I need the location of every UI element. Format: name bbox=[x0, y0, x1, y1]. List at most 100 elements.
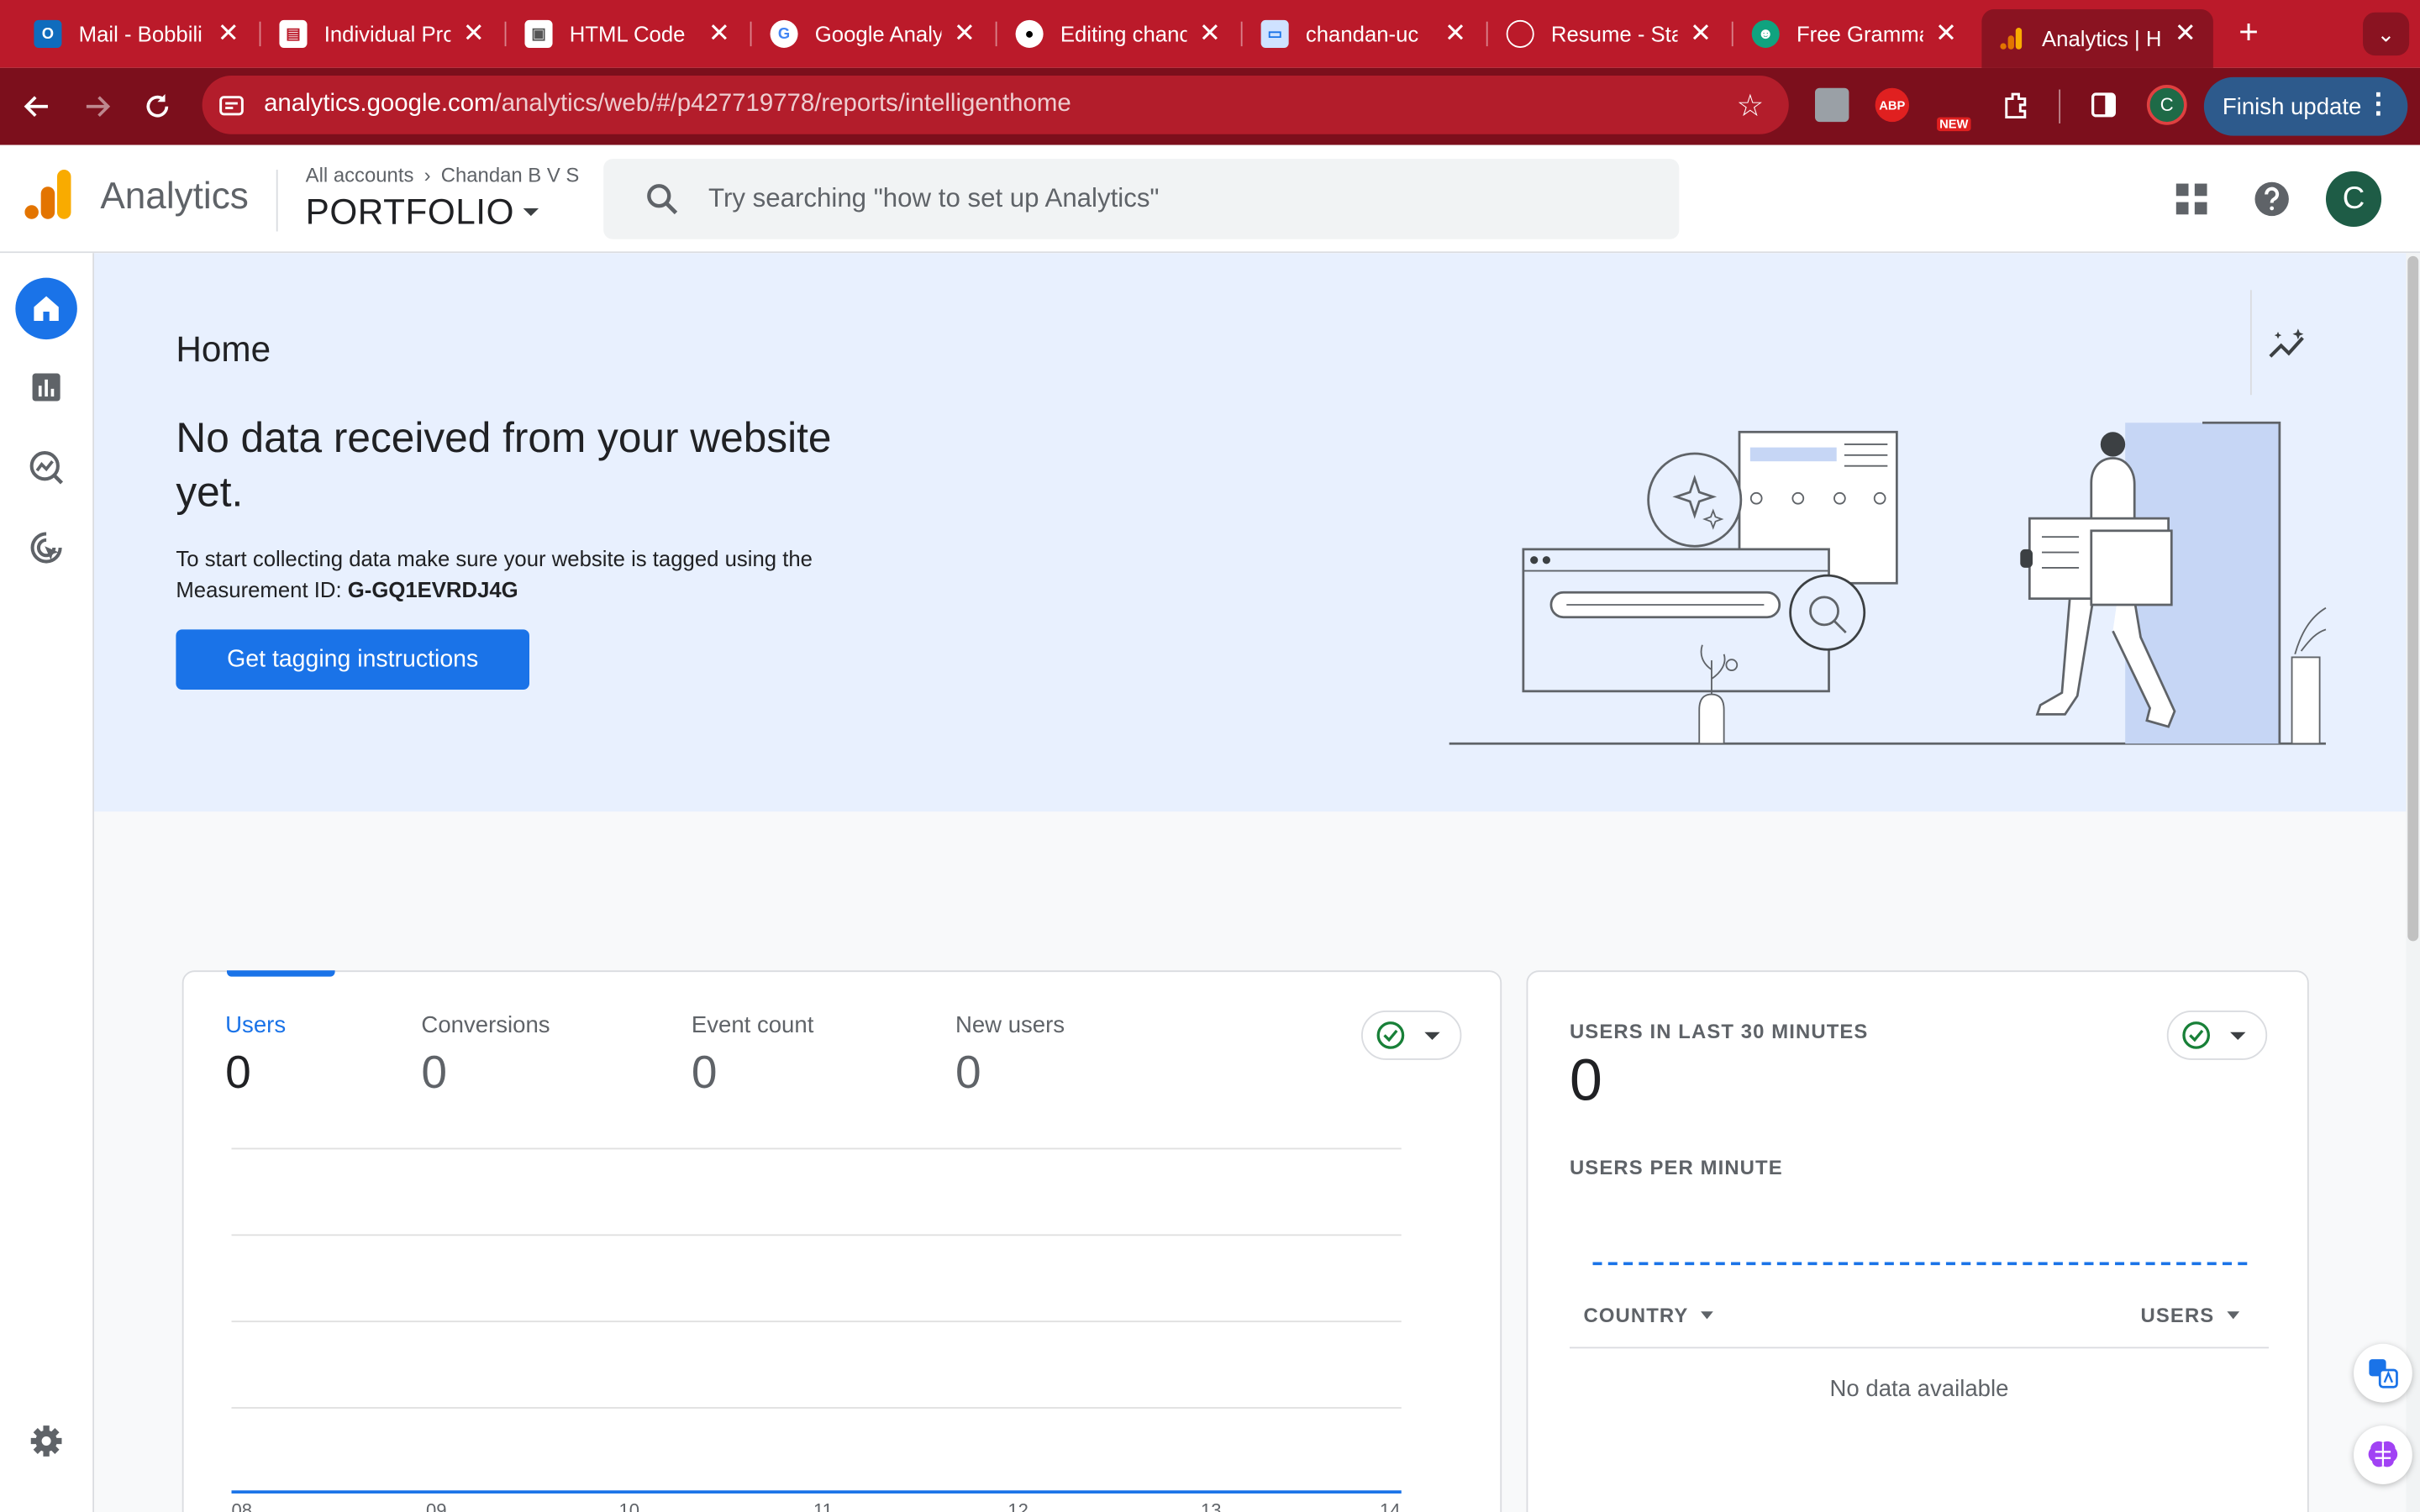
site-settings-icon[interactable] bbox=[214, 88, 248, 122]
metric-value: 0 bbox=[691, 1047, 718, 1099]
x-tick-label: 09 bbox=[425, 1499, 447, 1512]
account-avatar[interactable]: C bbox=[2325, 171, 2382, 227]
scrollbar-thumb[interactable] bbox=[2407, 255, 2419, 942]
finish-update-button[interactable]: Finish update ⋮ bbox=[2203, 76, 2408, 136]
search-bar[interactable] bbox=[603, 159, 1680, 239]
more-vert-icon[interactable]: ⋮ bbox=[2365, 88, 2392, 121]
no-data-headline: No data received from your website yet. bbox=[176, 415, 832, 516]
reports-bar-chart-icon bbox=[32, 373, 60, 402]
close-tab-icon[interactable]: ✕ bbox=[459, 18, 490, 50]
browser-tab[interactable]: ☻ Free Gramma ✕ bbox=[1736, 9, 1974, 59]
new-extension-icon[interactable]: NEW bbox=[1933, 88, 1974, 132]
bot-icon: ☻ bbox=[1751, 19, 1780, 48]
close-tab-icon[interactable]: ✕ bbox=[213, 18, 244, 50]
users-column-header[interactable]: USERS bbox=[2141, 1304, 2239, 1327]
metric-value: 0 bbox=[225, 1047, 251, 1099]
close-tab-icon[interactable]: ✕ bbox=[1686, 18, 1717, 50]
x-tick-label: 14 bbox=[1380, 1499, 1401, 1512]
main-content: Home No data received from your website … bbox=[94, 253, 2407, 1512]
image-icon: ▣ bbox=[524, 19, 553, 48]
property-selector[interactable]: PORTFOLIO bbox=[306, 192, 539, 234]
outlook-icon: O bbox=[34, 19, 62, 48]
no-data-message: No data available bbox=[1829, 1376, 2009, 1403]
extensions-puzzle-icon[interactable] bbox=[1999, 88, 2033, 122]
data-status-dropdown[interactable] bbox=[1361, 1011, 1462, 1060]
back-icon[interactable] bbox=[17, 87, 57, 127]
breadcrumb[interactable]: All accounts › Chandan B V S bbox=[306, 164, 580, 187]
close-tab-icon[interactable]: ✕ bbox=[1195, 18, 1226, 50]
monitor-icon: ▭ bbox=[1260, 19, 1289, 48]
users-per-minute-bars bbox=[1592, 1262, 2248, 1266]
x-tick-label: 12 bbox=[1007, 1499, 1028, 1512]
browser-tab[interactable]: O Mail - Bobbili ✕ bbox=[18, 9, 256, 59]
extension-icon[interactable] bbox=[1815, 87, 1849, 123]
nav-admin[interactable] bbox=[15, 1410, 76, 1472]
advertising-icon bbox=[30, 532, 62, 564]
explore-icon bbox=[29, 451, 64, 485]
close-tab-icon[interactable]: ✕ bbox=[2170, 18, 2201, 50]
browser-tab[interactable]: Resume - Sta ✕ bbox=[1491, 9, 1728, 59]
screen: O Mail - Bobbili ✕ ▤ Individual Pro ✕ ▣ … bbox=[0, 0, 2420, 1512]
reload-icon[interactable] bbox=[137, 87, 177, 127]
side-panel-icon[interactable] bbox=[2086, 88, 2120, 122]
nav-home[interactable] bbox=[15, 277, 77, 340]
browser-tab[interactable]: G Google Analy ✕ bbox=[755, 9, 992, 59]
insights-sparkle-icon[interactable] bbox=[2264, 323, 2310, 369]
tab-search-chevron-icon[interactable]: ⌄ bbox=[2363, 12, 2410, 56]
ai-assistant-brain-icon[interactable] bbox=[2354, 1425, 2412, 1484]
close-tab-icon[interactable]: ✕ bbox=[704, 18, 735, 50]
forward-icon[interactable] bbox=[77, 87, 118, 127]
get-tagging-instructions-button[interactable]: Get tagging instructions bbox=[176, 629, 529, 690]
github-icon: ● bbox=[1015, 19, 1044, 48]
search-input[interactable] bbox=[708, 183, 1573, 215]
caret-down-icon bbox=[1424, 1031, 1440, 1040]
breadcrumb-all-accounts[interactable]: All accounts bbox=[306, 164, 414, 187]
nav-advertising[interactable] bbox=[15, 517, 76, 578]
close-tab-icon[interactable]: ✕ bbox=[950, 18, 981, 50]
metric-users[interactable]: Users 0 bbox=[225, 1012, 286, 1100]
page-scrollbar[interactable] bbox=[2406, 253, 2420, 1512]
left-nav bbox=[0, 253, 95, 1512]
translate-icon[interactable] bbox=[2354, 1343, 2412, 1403]
metric-label: Event count bbox=[691, 1011, 814, 1039]
browser-tab[interactable]: ▭ chandan-uc ✕ bbox=[1245, 9, 1483, 59]
new-tab-icon[interactable]: + bbox=[2228, 13, 2269, 53]
country-column-header[interactable]: COUNTRY bbox=[1583, 1304, 1713, 1327]
metric-label: Users bbox=[225, 1011, 287, 1039]
browser-profile-avatar[interactable]: C bbox=[2146, 85, 2187, 125]
page-title: Home bbox=[176, 328, 271, 369]
help-icon[interactable] bbox=[2252, 179, 2292, 219]
home-icon bbox=[34, 296, 59, 322]
close-tab-icon[interactable]: ✕ bbox=[1440, 18, 1471, 50]
x-tick-label: 10 bbox=[618, 1499, 640, 1512]
nav-explore[interactable] bbox=[15, 437, 76, 498]
overview-card: Users 0 Conversions 0 Event count 0 New … bbox=[182, 970, 1502, 1512]
close-tab-icon[interactable]: ✕ bbox=[1931, 18, 1962, 50]
bookmark-star-icon[interactable]: ☆ bbox=[1736, 87, 1764, 125]
breadcrumb-account[interactable]: Chandan B V S bbox=[441, 164, 580, 187]
tagging-description: To start collecting data make sure your … bbox=[176, 543, 886, 605]
nav-reports[interactable] bbox=[15, 356, 76, 417]
metric-conversions[interactable]: Conversions 0 bbox=[421, 1012, 550, 1100]
metric-event-count[interactable]: Event count 0 bbox=[692, 1012, 814, 1100]
column-label: COUNTRY bbox=[1583, 1304, 1689, 1327]
browser-tab[interactable]: ● Editing chanc ✕ bbox=[1000, 9, 1238, 59]
browser-tab-active[interactable]: Analytics | H ✕ bbox=[1981, 9, 2213, 68]
x-tick-label: 08 bbox=[231, 1499, 253, 1512]
url-text: analytics.google.com/analytics/web/#/p42… bbox=[264, 91, 1071, 118]
realtime-users-value: 0 bbox=[1569, 1048, 1602, 1115]
realtime-card: USERS IN LAST 30 MINUTES 0 USERS PER MIN… bbox=[1526, 970, 2309, 1512]
realtime-status-dropdown[interactable] bbox=[2166, 1011, 2268, 1060]
address-bar[interactable]: analytics.google.com/analytics/web/#/p42… bbox=[202, 76, 1789, 134]
apps-grid-icon[interactable] bbox=[2171, 179, 2212, 219]
browser-toolbar: analytics.google.com/analytics/web/#/p42… bbox=[0, 67, 2420, 145]
url-path: /analytics/web/#/p427719778/reports/inte… bbox=[494, 91, 1071, 118]
metric-new-users[interactable]: New users 0 bbox=[955, 1012, 1065, 1100]
analytics-icon bbox=[1997, 24, 2025, 52]
browser-tab[interactable]: ▣ HTML Code ✕ bbox=[509, 9, 747, 59]
browser-tab[interactable]: ▤ Individual Pro ✕ bbox=[264, 9, 502, 59]
adblock-extension-icon[interactable]: ABP bbox=[1875, 87, 1910, 123]
analytics-logo-icon bbox=[24, 170, 71, 219]
check-circle-icon bbox=[2182, 1021, 2211, 1049]
brand-name: Analytics bbox=[100, 176, 249, 218]
